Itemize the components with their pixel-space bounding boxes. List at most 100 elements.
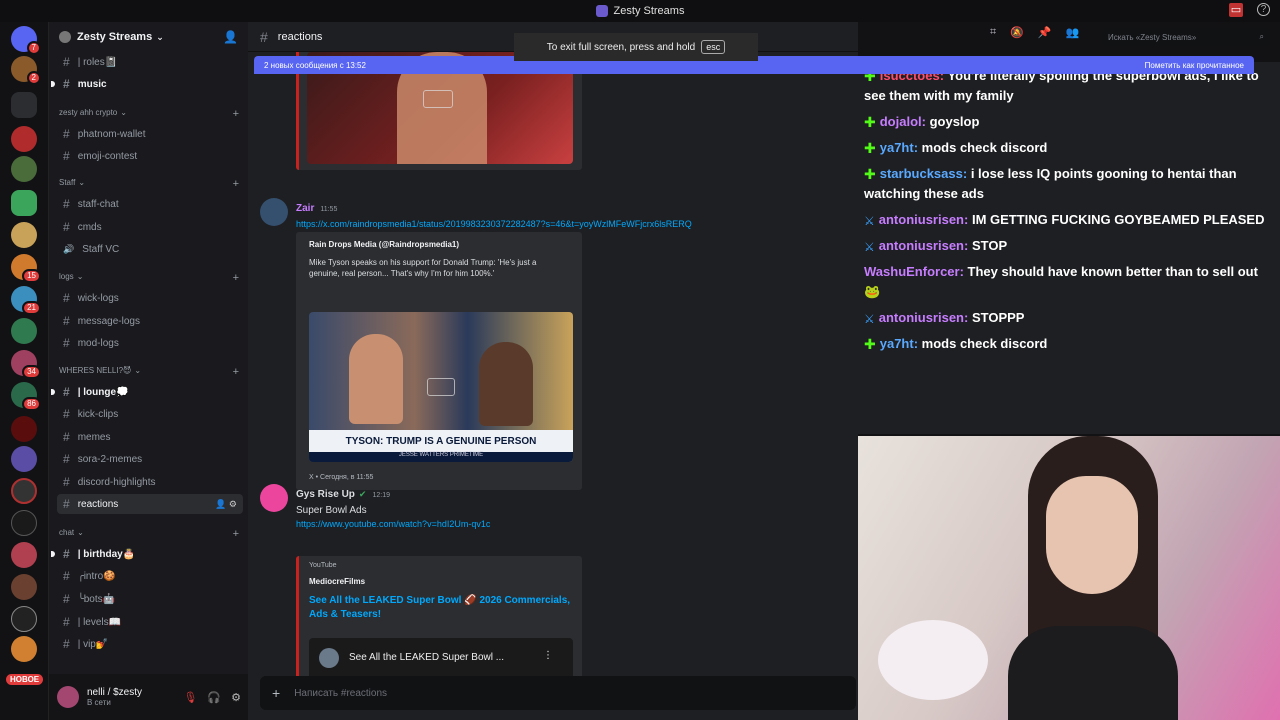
embed-author[interactable]: MediocreFilms	[309, 577, 572, 586]
server-icon[interactable]	[11, 222, 37, 248]
members-icon[interactable]: 👥	[1066, 26, 1080, 39]
channel-item[interactable]: # music	[51, 74, 243, 94]
embed-author[interactable]: Rain Drops Media (@Raindropsmedia1)	[309, 240, 572, 249]
help-icon[interactable]: ?	[1257, 3, 1270, 16]
channel-item[interactable]: # phatnom-wallet	[57, 124, 243, 144]
channel-item[interactable]: # memes	[57, 427, 243, 447]
channel-item[interactable]: # message-logs	[57, 311, 243, 331]
channel-item[interactable]: # discord-highlights	[57, 472, 243, 492]
mic-muted-icon[interactable]: 🎙	[183, 691, 197, 704]
channel-item[interactable]: # staff-chat	[57, 194, 243, 214]
search-input[interactable]: Искать «Zesty Streams» ⌕	[1102, 28, 1270, 46]
server-folder-icon[interactable]	[11, 92, 37, 118]
chat-username[interactable]: antoniusrisen:	[879, 310, 969, 325]
chat-username[interactable]: antoniusrisen:	[879, 238, 969, 253]
server-icon[interactable]	[11, 416, 37, 442]
chevron-down-icon: ⌄	[134, 366, 142, 375]
avatar[interactable]	[260, 198, 288, 226]
message-author[interactable]: Gys Rise Up	[296, 489, 355, 500]
channel-category[interactable]: zesty ahh crypto ⌄ +	[59, 108, 239, 120]
message-author[interactable]: Zair	[296, 203, 314, 214]
category-label: zesty ahh crypto	[59, 108, 118, 117]
add-attachment-icon[interactable]: +	[272, 685, 280, 701]
channel-item[interactable]: # emoji-contest	[57, 146, 243, 166]
channel-item[interactable]: # cmds	[57, 217, 243, 237]
server-badge: 15	[22, 269, 41, 283]
server-icon[interactable]	[11, 190, 37, 216]
message-composer[interactable]: + Написать #reactions	[260, 676, 856, 710]
embed-title[interactable]: See All the LEAKED Super Bowl 🏈 2026 Com…	[309, 594, 575, 622]
server-icon[interactable]: 2	[11, 56, 41, 85]
chat-username[interactable]: dojalol:	[880, 114, 926, 129]
channel-item[interactable]: # ╭intro🍪	[57, 566, 243, 586]
channel-item[interactable]: # sora-2-memes	[57, 449, 243, 469]
more-icon[interactable]: ⋮	[543, 650, 553, 661]
chat-username[interactable]: ya7ht:	[880, 336, 918, 351]
channel-settings-icon[interactable]: 👤 ⚙	[215, 499, 237, 510]
server-icon[interactable]: 86	[11, 382, 41, 411]
channel-category[interactable]: logs ⌄ +	[59, 272, 239, 284]
server-icon[interactable]	[11, 510, 37, 536]
server-icon[interactable]	[11, 126, 37, 152]
channel-item[interactable]: # mod-logs	[57, 333, 243, 353]
chat-username[interactable]: starbucksass:	[880, 166, 967, 181]
channel-category[interactable]: WHERES NELLI?😈 ⌄ +	[59, 366, 239, 378]
channel-item[interactable]: # | lounge💭	[51, 382, 243, 402]
channel-item[interactable]: # kick-clips	[57, 404, 243, 424]
add-channel-icon[interactable]: +	[233, 108, 239, 120]
channel-item[interactable]: # | levels📖	[57, 612, 243, 632]
headphones-icon[interactable]: 🎧	[207, 691, 221, 704]
message-link[interactable]: https://x.com/raindropsmedia1/status/201…	[296, 219, 692, 229]
mark-read-button[interactable]: Пометить как прочитанное	[1145, 61, 1244, 70]
channel-item[interactable]: # | birthday🎂	[51, 544, 243, 564]
server-icon[interactable]: 21	[11, 286, 41, 315]
server-icon[interactable]	[11, 156, 37, 182]
person-shirt	[1008, 626, 1178, 720]
chat-username[interactable]: antoniusrisen:	[879, 212, 969, 227]
channel-label: sora-2-memes	[77, 453, 143, 465]
video-thumbnail[interactable]: TYSON: TRUMP IS A GENUINE PERSON JESSE W…	[309, 312, 573, 462]
channel-item[interactable]: 🔊 Staff VC	[57, 239, 243, 259]
add-channel-icon[interactable]: +	[233, 366, 239, 378]
pin-icon[interactable]: 📌	[1038, 26, 1052, 39]
chat-username[interactable]: WashuEnforcer:	[864, 264, 964, 279]
server-icon[interactable]	[11, 542, 37, 568]
add-channel-icon[interactable]: +	[233, 272, 239, 284]
channel-item[interactable]: # reactions 👤 ⚙	[57, 494, 243, 514]
channel-item[interactable]: # wick-logs	[57, 288, 243, 308]
gear-icon[interactable]: ⚙	[231, 691, 241, 704]
channel-item[interactable]: # | vip💅	[57, 634, 243, 654]
server-icon[interactable]	[11, 478, 37, 504]
chat-text: STOP	[971, 238, 1008, 253]
channel-item[interactable]: # ╰bots🤖	[57, 589, 243, 609]
avatar[interactable]	[57, 686, 79, 708]
inbox-icon[interactable]: ▭	[1229, 3, 1243, 17]
server-icon[interactable]	[11, 574, 37, 600]
server-icon[interactable]	[11, 636, 37, 662]
play-icon	[427, 378, 455, 396]
server-icon[interactable]	[11, 446, 37, 472]
avatar[interactable]	[260, 484, 288, 512]
discord-home-icon[interactable]: 7	[11, 26, 41, 55]
message-link[interactable]: https://www.youtube.com/watch?v=hdI2Um-q…	[296, 519, 490, 529]
threads-icon[interactable]: ⌗	[990, 26, 996, 39]
notification-bell-icon[interactable]: 🔕	[1010, 26, 1024, 39]
chat-username[interactable]: ya7ht:	[880, 140, 918, 155]
hash-icon: #	[63, 55, 70, 69]
add-channel-icon[interactable]: +	[233, 178, 239, 190]
hash-icon: #	[63, 220, 70, 234]
channel-category[interactable]: chat ⌄ +	[59, 528, 239, 540]
channel-label: music	[77, 78, 107, 90]
channel-category[interactable]: Staff ⌄ +	[59, 178, 239, 190]
new-servers-pill[interactable]: НОВОЕ	[6, 674, 44, 685]
server-icon[interactable]	[11, 318, 37, 344]
server-icon[interactable]	[11, 606, 37, 632]
hash-icon: #	[63, 637, 70, 651]
chevron-down-icon: ⌄	[156, 31, 164, 42]
guild-header[interactable]: Zesty Streams ⌄ 👤	[49, 22, 248, 52]
server-icon[interactable]: 34	[11, 350, 41, 379]
add-channel-icon[interactable]: +	[233, 528, 239, 540]
add-member-icon[interactable]: 👤	[223, 30, 238, 44]
channel-item[interactable]: # | roles📓	[57, 52, 243, 72]
server-icon[interactable]: 15	[11, 254, 41, 283]
